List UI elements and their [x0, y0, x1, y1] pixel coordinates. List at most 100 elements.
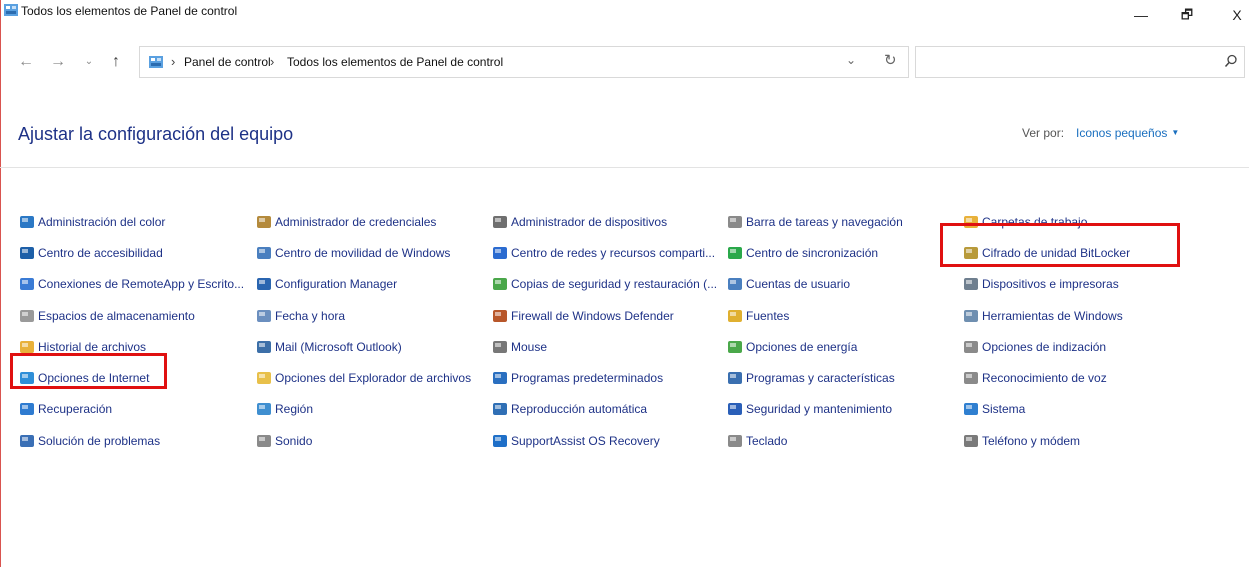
control-panel-item-label[interactable]: Teclado	[746, 433, 787, 449]
mobility-center-icon[interactable]	[256, 245, 272, 261]
control-panel-item[interactable]: Dispositivos e impresoras	[963, 269, 1130, 300]
address-bar[interactable]: › Panel de control › Todos los elementos…	[139, 46, 909, 78]
control-panel-item[interactable]: Administrador de dispositivos	[492, 206, 717, 237]
control-panel-item[interactable]: Sistema	[963, 394, 1130, 425]
control-panel-item-label[interactable]: Seguridad y mantenimiento	[746, 401, 892, 417]
control-panel-item-label[interactable]: Programas y características	[746, 370, 895, 386]
supportassist-icon[interactable]	[492, 433, 508, 449]
control-panel-item[interactable]: Centro de movilidad de Windows	[256, 237, 471, 268]
control-panel-item-label[interactable]: Teléfono y módem	[982, 433, 1080, 449]
recent-locations-button[interactable]: ⌄	[82, 52, 96, 72]
power-options-icon[interactable]	[727, 339, 743, 355]
troubleshooting-icon[interactable]	[19, 433, 35, 449]
control-panel-item[interactable]: Configuration Manager	[256, 269, 471, 300]
forward-button[interactable]: →	[48, 52, 68, 72]
taskbar-icon[interactable]	[727, 214, 743, 230]
control-panel-item-label[interactable]: Recuperación	[38, 401, 112, 417]
breadcrumb-all-items[interactable]: Todos los elementos de Panel de control	[287, 54, 503, 70]
breadcrumb-separator[interactable]: ›	[270, 54, 274, 70]
control-panel-item[interactable]: Reproducción automática	[492, 394, 717, 425]
address-dropdown-button[interactable]: ⌄	[846, 53, 856, 67]
firewall-icon[interactable]	[492, 308, 508, 324]
control-panel-item[interactable]: Centro de accesibilidad	[19, 237, 244, 268]
control-panel-item-label[interactable]: Solución de problemas	[38, 433, 160, 449]
control-panel-item[interactable]: Solución de problemas	[19, 425, 244, 456]
control-panel-item-label[interactable]: Cuentas de usuario	[746, 276, 850, 292]
control-panel-item-label[interactable]: Firewall de Windows Defender	[511, 308, 674, 324]
control-panel-item[interactable]: SupportAssist OS Recovery	[492, 425, 717, 456]
control-panel-item[interactable]: Fecha y hora	[256, 300, 471, 331]
control-panel-item-label[interactable]: Dispositivos e impresoras	[982, 276, 1119, 292]
security-maintenance-icon[interactable]	[727, 401, 743, 417]
control-panel-item[interactable]: Recuperación	[19, 394, 244, 425]
control-panel-item-label[interactable]: Mail (Microsoft Outlook)	[275, 339, 402, 355]
sync-center-icon[interactable]	[727, 245, 743, 261]
control-panel-item[interactable]: Firewall de Windows Defender	[492, 300, 717, 331]
fonts-icon[interactable]	[727, 308, 743, 324]
configuration-manager-icon[interactable]	[256, 276, 272, 292]
control-panel-item[interactable]: Opciones de energía	[727, 331, 903, 362]
back-button[interactable]: ←	[16, 52, 36, 72]
breadcrumb-control-panel[interactable]: Panel de control	[184, 54, 271, 70]
credential-manager-icon[interactable]	[256, 214, 272, 230]
programs-features-icon[interactable]	[727, 370, 743, 386]
sound-icon[interactable]	[256, 433, 272, 449]
control-panel-item[interactable]: Seguridad y mantenimiento	[727, 394, 903, 425]
control-panel-item[interactable]: Centro de redes y recursos comparti...	[492, 237, 717, 268]
control-panel-item[interactable]: Programas predeterminados	[492, 362, 717, 393]
control-panel-item[interactable]: Región	[256, 394, 471, 425]
close-button[interactable]: X	[1217, 0, 1249, 30]
control-panel-item[interactable]: Reconocimiento de voz	[963, 362, 1130, 393]
control-panel-item-label[interactable]: Sistema	[982, 401, 1025, 417]
view-by-value[interactable]: Iconos pequeños	[1076, 126, 1167, 140]
windows-tools-icon[interactable]	[963, 308, 979, 324]
control-panel-item-label[interactable]: Centro de accesibilidad	[38, 245, 163, 261]
keyboard-icon[interactable]	[727, 433, 743, 449]
devices-printers-icon[interactable]	[963, 276, 979, 292]
control-panel-item-label[interactable]: SupportAssist OS Recovery	[511, 433, 660, 449]
control-panel-item-label[interactable]: Copias de seguridad y restauración (...	[511, 276, 717, 292]
control-panel-item[interactable]: Cuentas de usuario	[727, 269, 903, 300]
dropdown-arrow-icon[interactable]: ▼	[1171, 128, 1179, 137]
control-panel-item[interactable]: Teléfono y módem	[963, 425, 1130, 456]
control-panel-item[interactable]: Centro de sincronización	[727, 237, 903, 268]
file-explorer-options-icon[interactable]	[256, 370, 272, 386]
recovery-icon[interactable]	[19, 401, 35, 417]
maximize-button[interactable]: 🗗	[1167, 0, 1207, 30]
control-panel-item-label[interactable]: Centro de redes y recursos comparti...	[511, 245, 715, 261]
control-panel-item-label[interactable]: Centro de sincronización	[746, 245, 878, 261]
date-time-icon[interactable]	[256, 308, 272, 324]
control-panel-item-label[interactable]: Fuentes	[746, 308, 789, 324]
control-panel-item[interactable]: Opciones del Explorador de archivos	[256, 362, 471, 393]
control-panel-item[interactable]: Copias de seguridad y restauración (...	[492, 269, 717, 300]
color-management-icon[interactable]	[19, 214, 35, 230]
control-panel-item-label[interactable]: Sonido	[275, 433, 312, 449]
minimize-button[interactable]: —	[1121, 0, 1161, 30]
control-panel-item[interactable]: Teclado	[727, 425, 903, 456]
control-panel-item-label[interactable]: Espacios de almacenamiento	[38, 308, 195, 324]
control-panel-item[interactable]: Mail (Microsoft Outlook)	[256, 331, 471, 362]
control-panel-item-label[interactable]: Opciones del Explorador de archivos	[275, 370, 471, 386]
accessibility-icon[interactable]	[19, 245, 35, 261]
control-panel-item-label[interactable]: Mouse	[511, 339, 547, 355]
control-panel-item[interactable]: Mouse	[492, 331, 717, 362]
control-panel-item[interactable]: Administración del color	[19, 206, 244, 237]
control-panel-item-label[interactable]: Reproducción automática	[511, 401, 647, 417]
control-panel-item[interactable]: Sonido	[256, 425, 471, 456]
control-panel-item-label[interactable]: Barra de tareas y navegación	[746, 214, 903, 230]
remoteapp-icon[interactable]	[19, 276, 35, 292]
control-panel-item-label[interactable]: Opciones de indización	[982, 339, 1106, 355]
control-panel-item-label[interactable]: Herramientas de Windows	[982, 308, 1123, 324]
device-manager-icon[interactable]	[492, 214, 508, 230]
region-icon[interactable]	[256, 401, 272, 417]
phone-modem-icon[interactable]	[963, 433, 979, 449]
default-programs-icon[interactable]	[492, 370, 508, 386]
refresh-button[interactable]: ↻	[884, 51, 897, 69]
user-accounts-icon[interactable]	[727, 276, 743, 292]
control-panel-item-label[interactable]: Programas predeterminados	[511, 370, 663, 386]
view-by-dropdown[interactable]: Iconos pequeños ▼	[1076, 125, 1179, 141]
control-panel-item-label[interactable]: Reconocimiento de voz	[982, 370, 1107, 386]
storage-spaces-icon[interactable]	[19, 308, 35, 324]
search-input[interactable]	[915, 46, 1245, 78]
control-panel-item-label[interactable]: Administración del color	[38, 214, 165, 230]
